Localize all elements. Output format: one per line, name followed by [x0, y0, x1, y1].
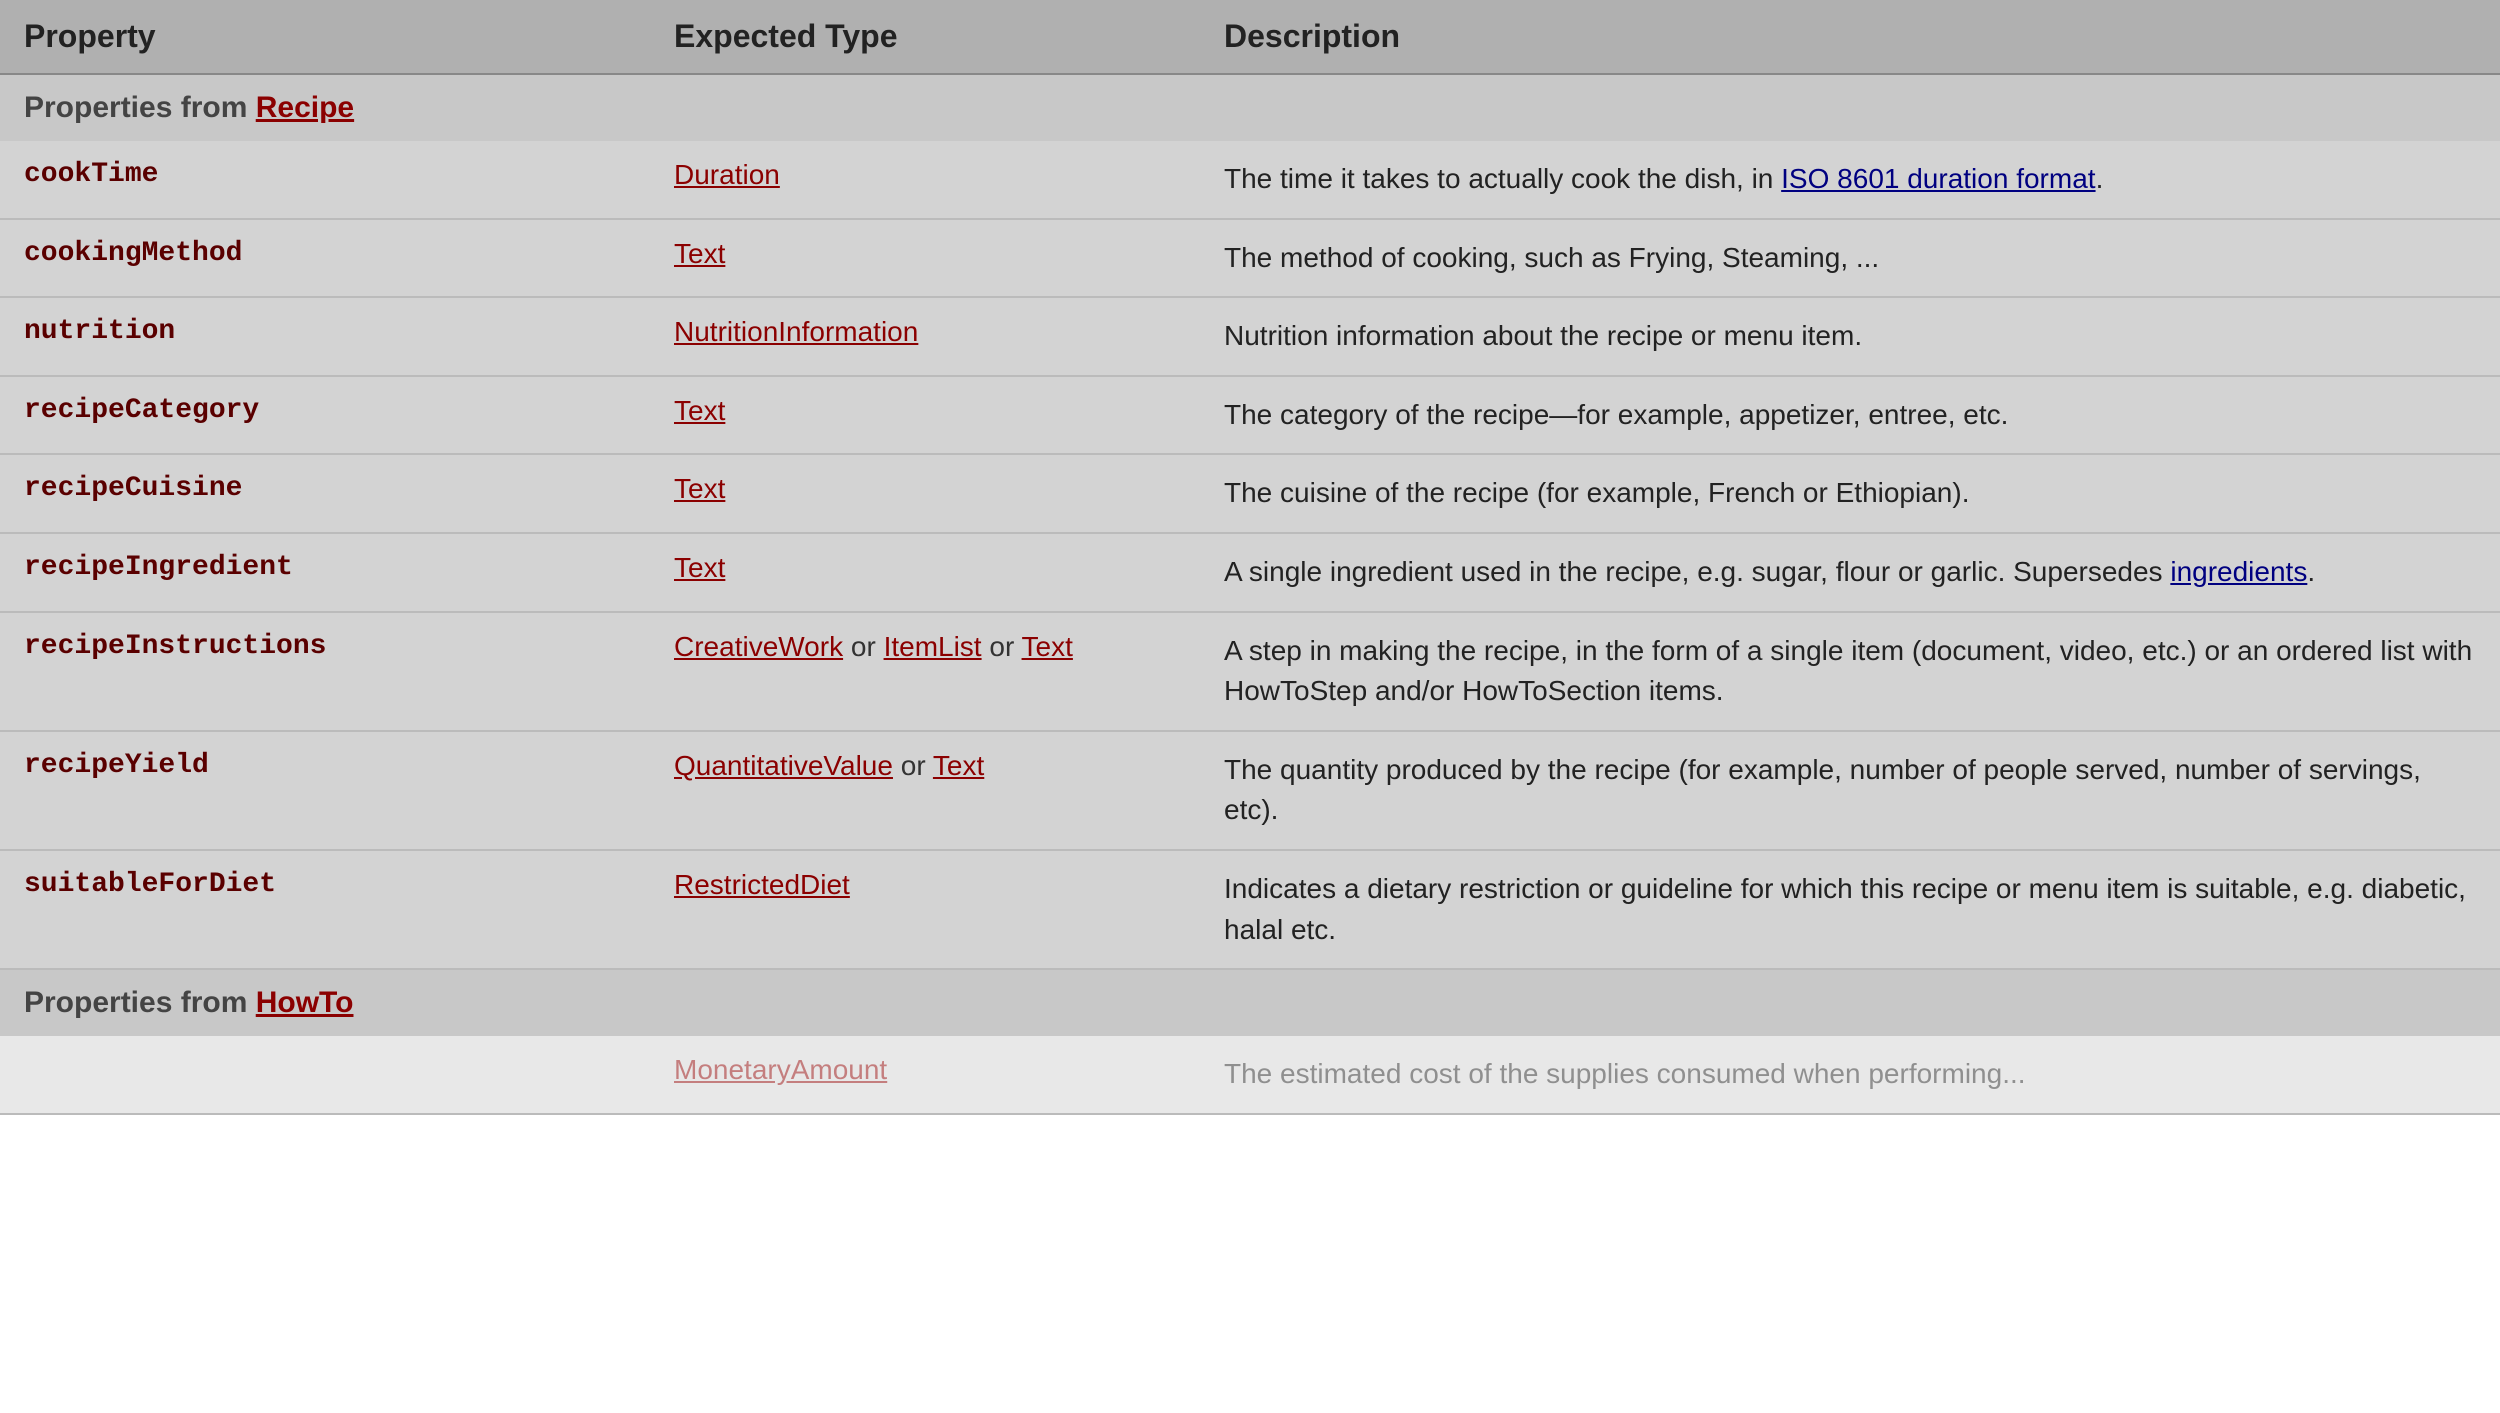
table-row: recipeYieldQuantitativeValue or TextThe … [0, 731, 2500, 850]
type-cell: Text [650, 533, 1200, 612]
type-cell: Text [650, 376, 1200, 455]
type-link[interactable]: NutritionInformation [674, 316, 918, 347]
description-cell: The estimated cost of the supplies consu… [1200, 1036, 2500, 1114]
table-row: recipeCuisine Text The cuisine of the reci… [0, 454, 2500, 533]
type-link[interactable]: QuantitativeValue [674, 750, 893, 781]
table-row: recipeCategory Text The category of the re… [0, 376, 2500, 455]
type-cell: Duration [650, 141, 1200, 219]
section-header-1: Properties from HowTo [0, 969, 2500, 1036]
property-cell: nutrition [0, 297, 650, 376]
table-row: cookTime Duration The time it takes to act… [0, 141, 2500, 219]
section-title-0: Properties from Recipe [0, 74, 2500, 141]
property-cell: recipeCategory [0, 376, 650, 455]
description-cell: Nutrition information about the recipe o… [1200, 297, 2500, 376]
property-cell: cookTime [0, 141, 650, 219]
type-cell: NutritionInformation [650, 297, 1200, 376]
header-description: Description [1200, 0, 2500, 74]
description-text-after: . [2096, 163, 2104, 194]
section-header-0: Properties from Recipe [0, 74, 2500, 141]
description-text: A single ingredient used in the recipe, … [1224, 556, 2170, 587]
description-cell: Indicates a dietary restriction or guide… [1200, 850, 2500, 969]
description-text-after: . [2307, 556, 2315, 587]
description-cell: The quantity produced by the recipe (for… [1200, 731, 2500, 850]
table-row: cookingMethod Text The method of cooking, … [0, 219, 2500, 298]
header-expected-type: Expected Type [650, 0, 1200, 74]
section-title-link-1[interactable]: HowTo [256, 986, 354, 1019]
description-cell: The category of the recipe—for example, … [1200, 376, 2500, 455]
table-header: Property Expected Type Description [0, 0, 2500, 74]
description-link[interactable]: ingredients [2170, 556, 2307, 587]
type-link[interactable]: RestrictedDiet [674, 869, 850, 900]
description-cell: A single ingredient used in the recipe, … [1200, 533, 2500, 612]
or-separator: or [893, 750, 933, 781]
table-row: recipeInstructionsCreativeWork or ItemLi… [0, 612, 2500, 731]
description-link[interactable]: ISO 8601 duration format [1781, 163, 2095, 194]
description-text: The time it takes to actually cook the d… [1224, 163, 1781, 194]
table-row: recipeIngredient Text A single ingredient … [0, 533, 2500, 612]
property-cell [0, 1036, 650, 1114]
header-property: Property [0, 0, 650, 74]
table-row: MonetaryAmount The estimated cost of the … [0, 1036, 2500, 1114]
type-link[interactable]: Text [1022, 631, 1073, 662]
type-cell: CreativeWork or ItemList or Text [650, 612, 1200, 731]
or-separator: or [843, 631, 883, 662]
property-cell: recipeInstructions [0, 612, 650, 731]
or-separator: or [982, 631, 1022, 662]
type-cell: Text [650, 219, 1200, 298]
type-cell: MonetaryAmount [650, 1036, 1200, 1114]
section-title-link-0[interactable]: Recipe [256, 91, 354, 124]
table-row: nutrition NutritionInformation Nutrition i… [0, 297, 2500, 376]
property-cell: recipeCuisine [0, 454, 650, 533]
section-title-1: Properties from HowTo [0, 969, 2500, 1036]
type-link[interactable]: ItemList [884, 631, 982, 662]
property-cell: recipeYield [0, 731, 650, 850]
description-cell: The time it takes to actually cook the d… [1200, 141, 2500, 219]
property-cell: recipeIngredient [0, 533, 650, 612]
property-cell: suitableForDiet [0, 850, 650, 969]
type-link[interactable]: Text [674, 238, 725, 269]
type-link[interactable]: Text [674, 552, 725, 583]
property-cell: cookingMethod [0, 219, 650, 298]
type-link[interactable]: MonetaryAmount [674, 1054, 887, 1085]
type-cell: RestrictedDiet [650, 850, 1200, 969]
type-link[interactable]: Duration [674, 159, 780, 190]
description-cell: The cuisine of the recipe (for example, … [1200, 454, 2500, 533]
type-link[interactable]: Text [674, 473, 725, 504]
description-cell: The method of cooking, such as Frying, S… [1200, 219, 2500, 298]
type-link[interactable]: Text [674, 395, 725, 426]
type-link[interactable]: Text [933, 750, 984, 781]
type-link[interactable]: CreativeWork [674, 631, 843, 662]
type-cell: QuantitativeValue or Text [650, 731, 1200, 850]
table-row: suitableForDiet RestrictedDiet Indicates a… [0, 850, 2500, 969]
description-cell: A step in making the recipe, in the form… [1200, 612, 2500, 731]
type-cell: Text [650, 454, 1200, 533]
